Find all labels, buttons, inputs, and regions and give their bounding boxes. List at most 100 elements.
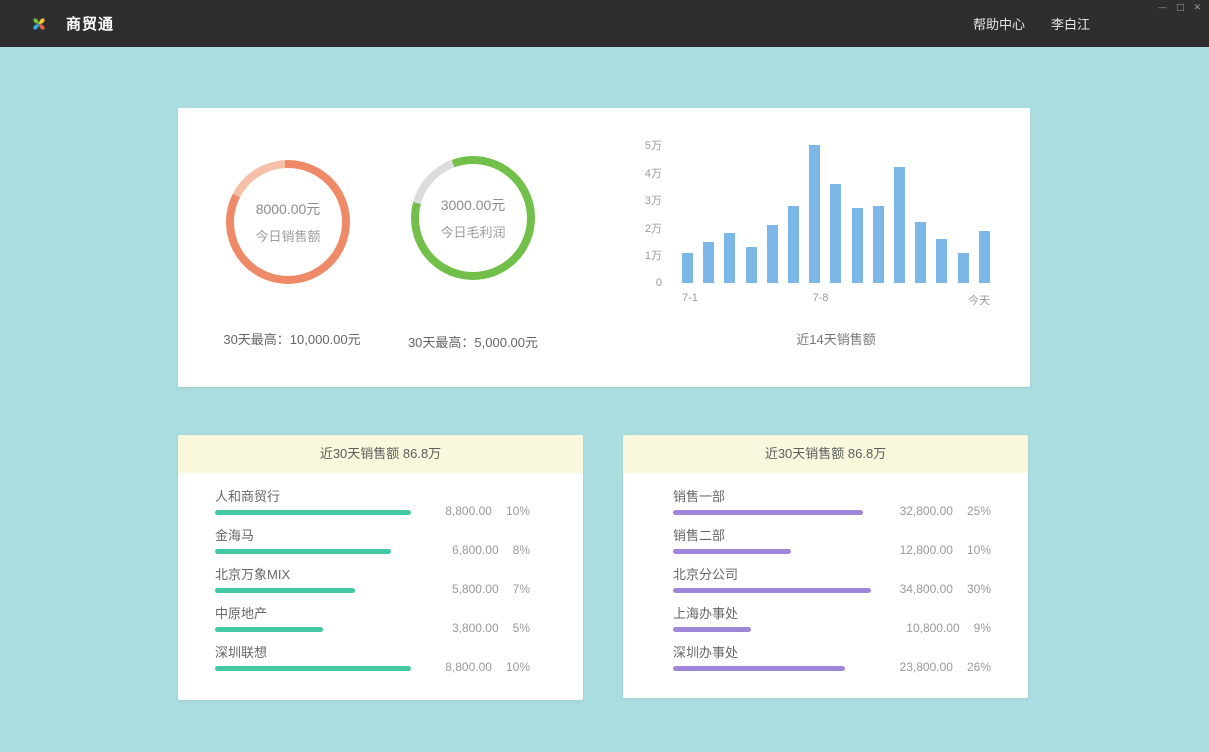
progress-bar (673, 549, 791, 554)
percent: 10% (506, 504, 530, 518)
today-sales-donut: 8000.00元 今日销售额 (226, 160, 350, 284)
bar (873, 206, 884, 283)
department-name: 上海办事处 (673, 605, 991, 622)
close-button[interactable]: ✕ (1193, 3, 1201, 13)
bar (894, 167, 905, 283)
row-value: 6,800.00 8% (452, 543, 530, 557)
row-value: 34,800.0030% (900, 582, 991, 596)
today-sales-value: 8000.00元 (256, 199, 321, 219)
y-axis-tick: 4万 (608, 165, 662, 181)
department-panel-title: 近30天销售额 86.8万 (623, 435, 1028, 473)
list-item[interactable]: 人和商贸行 8,800.00 10% (215, 486, 530, 525)
customer-name: 北京万象MIX (215, 566, 530, 583)
list-item[interactable]: 销售二部 12,800.00 10% (673, 525, 991, 564)
today-sales-donut-center: 8000.00元 今日销售额 (234, 168, 342, 276)
bar (703, 242, 714, 283)
percent: 25% (967, 504, 991, 518)
list-item[interactable]: 深圳联想 8,800.0010% (215, 642, 530, 681)
today-sales-label: 今日销售额 (255, 226, 320, 245)
amount: 10,800.00 (906, 621, 959, 635)
amount: 8,800.00 (445, 504, 492, 518)
list-item[interactable]: 中原地产 3,800.005% (215, 603, 530, 642)
row-value: 8,800.0010% (445, 660, 530, 674)
list-item[interactable]: 销售一部 32,800.00 25% (673, 486, 991, 525)
profit-30day-max: 30天最高：5,000.00元 (363, 332, 583, 351)
progress-bar (673, 627, 751, 632)
titlebar-nav: 帮助中心 李白江 (973, 14, 1209, 33)
amount: 6,800.00 (452, 543, 499, 557)
bar (724, 233, 735, 283)
percent: 8% (513, 543, 530, 557)
list-item[interactable]: 北京分公司 34,800.0030% (673, 564, 991, 603)
amount: 3,800.00 (452, 621, 499, 635)
x-axis-tick: 今天 (968, 292, 990, 308)
list-item[interactable]: 金海马 6,800.00 8% (215, 525, 530, 564)
maximize-button[interactable]: □ (1176, 3, 1185, 13)
progress-bar (215, 666, 411, 671)
bar (767, 225, 778, 283)
row-value: 8,800.00 10% (445, 504, 530, 518)
bar (979, 231, 990, 283)
list-item[interactable]: 北京万象MIX 5,800.007% (215, 564, 530, 603)
department-name: 销售一部 (673, 488, 991, 505)
user-name[interactable]: 李白江 (1051, 14, 1090, 33)
bar (958, 253, 969, 283)
bar (936, 239, 947, 283)
bar-chart-plot (682, 145, 990, 283)
percent: 26% (967, 660, 991, 674)
progress-bar (673, 510, 863, 515)
amount: 23,800.00 (900, 660, 953, 674)
bar (830, 184, 841, 283)
bar (809, 145, 820, 283)
x-axis-labels: 7-1 7-8 今天 (682, 292, 990, 306)
customer-sales-panel: 近30天销售额 86.8万 人和商贸行 8,800.00 10% 金海马 6,80… (178, 435, 583, 700)
progress-bar (673, 588, 871, 593)
today-profit-label: 今日毛利润 (440, 222, 505, 241)
row-value: 10,800.00 9% (906, 621, 991, 635)
y-axis-tick: 5万 (608, 137, 662, 153)
y-axis-tick: 0 (608, 277, 662, 289)
row-value: 12,800.00 10% (900, 543, 991, 557)
window-controls: — □ ✕ (1158, 3, 1201, 13)
bar (852, 208, 863, 283)
summary-card: 8000.00元 今日销售额 30天最高：10,000.00元 3000.00元… (178, 108, 1030, 387)
percent: 5% (513, 621, 530, 635)
app-logo-icon (28, 12, 52, 36)
today-profit-donut-center: 3000.00元 今日毛利润 (419, 164, 527, 272)
bar (788, 206, 799, 283)
amount: 12,800.00 (900, 543, 953, 557)
department-panel-list: 销售一部 32,800.00 25% 销售二部 12,800.00 10% 北京分公… (623, 473, 1028, 681)
row-value: 3,800.00 5% (452, 621, 530, 635)
minimize-button[interactable]: — (1158, 3, 1167, 13)
x-axis-tick: 7-8 (813, 292, 829, 304)
bar (746, 247, 757, 283)
department-name: 销售二部 (673, 527, 991, 544)
row-value: 23,800.00 26% (900, 660, 991, 674)
customer-name: 深圳联想 (215, 644, 530, 661)
list-item[interactable]: 上海办事处 10,800.00 9% (673, 603, 991, 642)
today-profit-donut: 3000.00元 今日毛利润 (411, 156, 535, 280)
customer-panel-list: 人和商贸行 8,800.00 10% 金海马 6,800.00 8% 北京万象MIX… (178, 473, 583, 681)
amount: 32,800.00 (900, 504, 953, 518)
amount: 34,800.00 (900, 582, 953, 596)
bar (682, 253, 693, 283)
list-item[interactable]: 深圳办事处 23,800.00 26% (673, 642, 991, 681)
progress-bar (215, 588, 355, 593)
percent: 9% (974, 621, 991, 635)
department-name: 深圳办事处 (673, 644, 991, 661)
customer-name: 人和商贸行 (215, 488, 530, 505)
row-value: 5,800.007% (452, 582, 530, 596)
help-center-link[interactable]: 帮助中心 (973, 14, 1025, 33)
percent: 10% (506, 660, 530, 674)
department-name: 北京分公司 (673, 566, 991, 583)
bar-chart-title: 近14天销售额 (682, 329, 990, 348)
bar (915, 222, 926, 283)
percent: 10% (967, 543, 991, 557)
customer-panel-title: 近30天销售额 86.8万 (178, 435, 583, 473)
percent: 7% (513, 582, 530, 596)
app-title: 商贸通 (66, 13, 114, 34)
progress-bar (673, 666, 845, 671)
customer-name: 金海马 (215, 527, 530, 544)
y-axis-tick: 2万 (608, 220, 662, 236)
x-axis-tick: 7-1 (682, 292, 698, 304)
